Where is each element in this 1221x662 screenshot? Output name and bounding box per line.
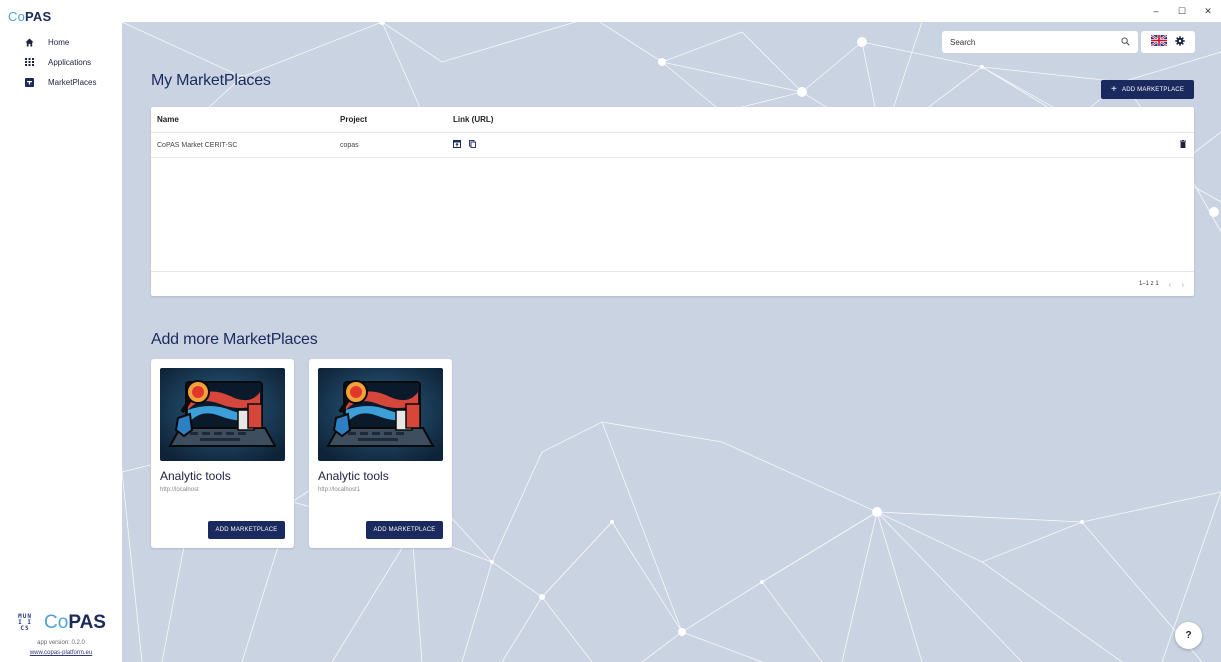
marketplaces-table: Name Project Link (URL) CoPAS Market CER… xyxy=(151,107,1194,296)
plus-icon: + xyxy=(1110,83,1118,95)
window-controls: – ☐ ✕ xyxy=(1143,0,1221,22)
next-page-icon[interactable]: › xyxy=(1181,280,1184,289)
search-box[interactable] xyxy=(942,31,1138,53)
table-header: Name Project Link (URL) xyxy=(151,107,1194,133)
prev-page-icon[interactable]: ‹ xyxy=(1169,280,1172,289)
section-title: Add more MarketPlaces xyxy=(151,331,318,348)
table-pagination: 1–1 z 1 ‹ › xyxy=(151,271,1194,296)
marketplace-card: Analytic tools http://localhost ADD MARK… xyxy=(151,359,294,548)
delete-button[interactable] xyxy=(1172,140,1194,150)
column-name: Name xyxy=(157,115,179,124)
search-icon[interactable] xyxy=(1121,33,1130,51)
maximize-button[interactable]: ☐ xyxy=(1169,6,1195,17)
uk-flag-icon[interactable] xyxy=(1150,33,1168,51)
marketplace-card: Analytic tools http://localhost1 ADD MAR… xyxy=(309,359,452,548)
sidebar-item-marketplaces[interactable]: MarketPlaces xyxy=(0,72,122,92)
muni-ics-logo: MUNI ICS xyxy=(18,613,32,632)
home-icon xyxy=(22,37,36,47)
row-link-actions xyxy=(453,140,1172,150)
add-marketplace-card-button[interactable]: ADD MARKETPLACE xyxy=(366,521,443,539)
minimize-button[interactable]: – xyxy=(1143,6,1169,16)
help-button[interactable]: ? xyxy=(1175,622,1202,649)
trash-icon xyxy=(1180,140,1186,150)
card-title: Analytic tools xyxy=(160,469,231,483)
sidebar-item-home[interactable]: Home xyxy=(0,32,122,52)
analytic-tools-image xyxy=(160,368,285,461)
add-marketplace-card-button[interactable]: ADD MARKETPLACE xyxy=(208,521,285,539)
sidebar-footer: MUNI ICS CoPAS app version: 0.2.0 www.co… xyxy=(0,612,122,656)
search-input[interactable] xyxy=(950,37,1121,47)
row-name: CoPAS Market CERIT-SC xyxy=(157,141,238,149)
app-logo: CoPAS xyxy=(8,9,52,24)
add-marketplace-button[interactable]: + ADD MARKETPLACE xyxy=(1101,80,1194,99)
pagination-range: 1–1 z 1 xyxy=(1138,281,1159,287)
sidebar-nav: Home Applications MarketPlaces xyxy=(0,32,122,92)
card-url: http://localhost1 xyxy=(318,487,361,493)
column-project: Project xyxy=(340,115,368,124)
gear-icon[interactable] xyxy=(1175,33,1185,51)
column-link: Link (URL) xyxy=(453,115,494,124)
copas-logo: CoPAS xyxy=(44,612,106,633)
website-link[interactable]: www.copas-platform.eu xyxy=(0,650,122,656)
row-project: copas xyxy=(340,141,359,149)
card-title: Analytic tools xyxy=(318,469,389,483)
marketplace-icon xyxy=(22,77,36,87)
app-version: app version: 0.2.0 xyxy=(37,640,85,646)
card-url: http://localhost xyxy=(160,487,199,493)
close-button[interactable]: ✕ xyxy=(1195,6,1221,17)
header-tools xyxy=(1141,31,1195,53)
analytic-tools-image xyxy=(318,368,443,461)
sidebar-item-applications[interactable]: Applications xyxy=(0,52,122,72)
open-link-icon[interactable] xyxy=(453,140,461,150)
copy-icon[interactable] xyxy=(469,140,476,150)
table-row: CoPAS Market CERIT-SC copas xyxy=(151,133,1194,158)
page-title: My MarketPlaces xyxy=(151,72,271,89)
sidebar: CoPAS Home Applications MarketPlaces MUN… xyxy=(0,0,122,662)
apps-grid-icon xyxy=(22,58,36,66)
